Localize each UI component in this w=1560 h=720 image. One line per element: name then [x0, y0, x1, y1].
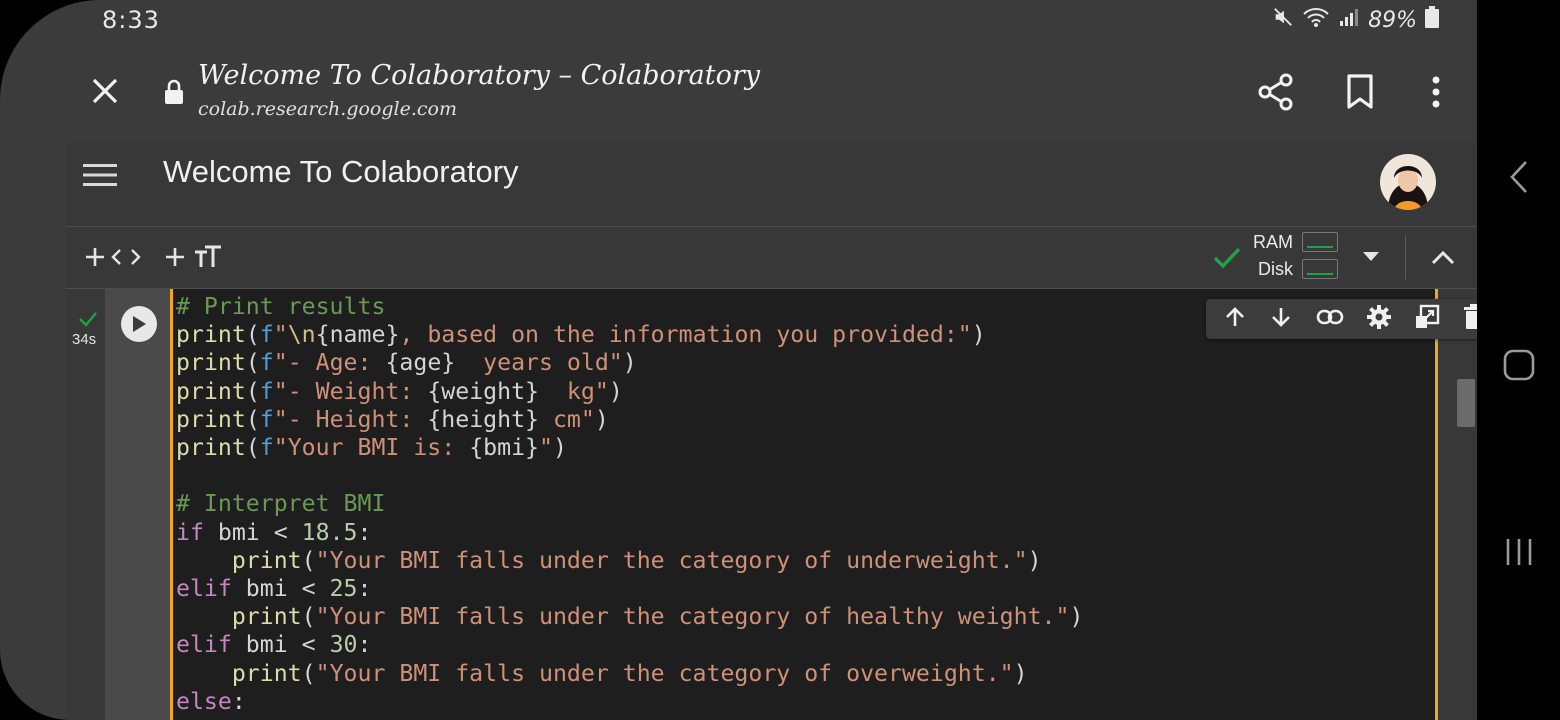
avatar[interactable]: [1380, 154, 1436, 210]
execution-time: 34s: [72, 331, 97, 348]
chevron-down-icon[interactable]: [1356, 247, 1386, 267]
wifi-icon: [1302, 6, 1330, 34]
ram-label: RAM: [1253, 232, 1293, 252]
connected-check-icon: [1211, 243, 1243, 273]
code-editor[interactable]: # Print results print(f"\n{name}, based …: [170, 289, 1477, 720]
phone-screen: 8:33 89% Welcome To Colaboratory – Colab…: [0, 0, 1477, 720]
code-line: print(f"- Height: {height} cm"): [176, 405, 609, 433]
code-line: # Print results: [176, 293, 386, 320]
battery-text: 89%: [1368, 7, 1417, 33]
code-line: # Interpret BMI: [176, 490, 386, 518]
code-line: elif bmi < 30:: [176, 631, 372, 659]
share-icon[interactable]: [1256, 72, 1296, 112]
mute-icon: [1272, 6, 1294, 34]
battery-icon: [1425, 6, 1439, 34]
page-url[interactable]: colab.research.google.com: [198, 98, 457, 120]
status-bar: 8:33 89%: [0, 0, 1477, 44]
run-cell-button[interactable]: [121, 306, 157, 342]
scrollbar[interactable]: [1457, 379, 1475, 427]
ram-meter[interactable]: [1302, 232, 1338, 252]
more-vert-icon[interactable]: [1420, 72, 1452, 112]
close-icon[interactable]: [90, 74, 120, 108]
status-time: 8:33: [102, 6, 160, 34]
custom-tab-bar: Welcome To Colaboratory – Colaboratory c…: [66, 44, 1477, 142]
status-icons: 89%: [1272, 6, 1439, 34]
code-line: print(f"- Age: {age} years old"): [176, 349, 637, 377]
arrow-up-icon[interactable]: [1223, 305, 1247, 333]
collapse-up-icon[interactable]: [1428, 243, 1458, 271]
code-line: print("Your BMI falls under the category…: [231, 659, 1028, 687]
code-line: print(f"Your BMI is: {bmi}"): [176, 434, 567, 462]
colab-header: Welcome To Colaboratory: [66, 142, 1477, 227]
mirror-cell-icon[interactable]: [1414, 304, 1440, 334]
add-text-button[interactable]: [164, 241, 224, 273]
cell-gutter: [105, 289, 172, 720]
code-line: print(f"\n{name}, based on the informati…: [176, 321, 986, 349]
code-line: print("Your BMI falls under the category…: [231, 546, 1042, 574]
bookmark-icon[interactable]: [1342, 72, 1378, 112]
notebook-title[interactable]: Welcome To Colaboratory: [163, 154, 519, 190]
menu-icon[interactable]: [82, 160, 118, 190]
disk-meter[interactable]: [1302, 259, 1338, 279]
code-line: elif bmi < 25:: [176, 575, 372, 603]
link-icon[interactable]: [1316, 309, 1344, 329]
recents-icon[interactable]: [1477, 530, 1560, 574]
code-line: print(f"- Weight: {weight} kg"): [176, 377, 623, 405]
code-text[interactable]: # Print results print(f"\n{name}, based …: [176, 293, 1083, 716]
notebook-toolbar: RAM Disk: [66, 227, 1477, 289]
code-cell: 34s # Print results print(f"\n{name}, ba…: [66, 289, 1477, 720]
cell-toolbar: [1206, 299, 1477, 339]
toolbar-divider: [1405, 235, 1406, 279]
run-success-icon: [76, 309, 100, 329]
code-line: print("Your BMI falls under the category…: [231, 603, 1084, 631]
trash-icon[interactable]: [1463, 304, 1477, 334]
code-line: else:: [176, 687, 246, 715]
arrow-down-icon[interactable]: [1269, 305, 1293, 333]
code-line: if bmi < 18.5:: [176, 518, 372, 546]
disk-label: Disk: [1258, 259, 1293, 279]
signal-icon: [1338, 6, 1360, 34]
system-nav-bar: [1477, 0, 1560, 720]
home-icon[interactable]: [1477, 343, 1560, 387]
gear-icon[interactable]: [1366, 304, 1392, 334]
back-icon[interactable]: [1477, 155, 1560, 199]
lock-icon: [162, 78, 186, 106]
page-title: Welcome To Colaboratory – Colaboratory: [198, 60, 761, 91]
add-code-button[interactable]: [84, 241, 144, 273]
